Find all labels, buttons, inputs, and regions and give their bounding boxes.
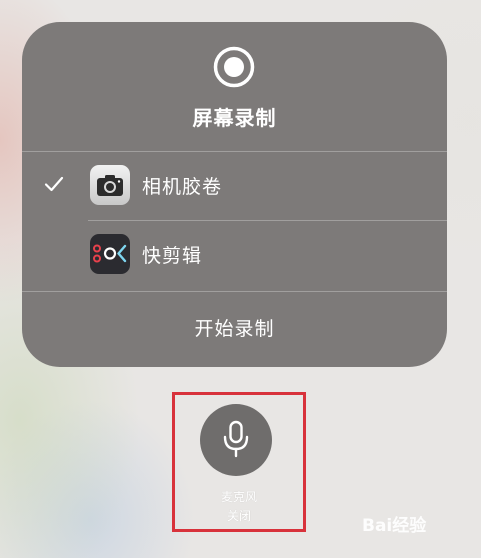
option-label: 快剪辑 (142, 245, 203, 267)
start-recording-button[interactable]: 开始录制 (22, 292, 447, 367)
microphone-status: 关闭 (226, 509, 251, 523)
option-camera-roll[interactable]: 相机胶卷 (22, 152, 447, 220)
watermark-text: Bai经验 (362, 516, 427, 536)
camera-app-icon (90, 165, 130, 205)
record-icon (213, 46, 255, 88)
panel-header: 屏幕录制 (22, 22, 447, 152)
option-label: 相机胶卷 (142, 176, 223, 198)
panel-title: 屏幕录制 (192, 106, 277, 130)
watermark: Bai经验 (362, 503, 478, 539)
microphone-button[interactable] (200, 404, 272, 476)
microphone-label: 麦克风 (220, 490, 257, 504)
checkmark-icon (44, 176, 64, 192)
microphone-icon (223, 420, 249, 458)
option-kuaijianji[interactable]: 快剪辑 (22, 221, 447, 289)
screen-recording-panel: 屏幕录制 相机胶卷 快剪辑 开始录制 (22, 22, 447, 367)
kuaijianji-app-icon (90, 234, 130, 274)
